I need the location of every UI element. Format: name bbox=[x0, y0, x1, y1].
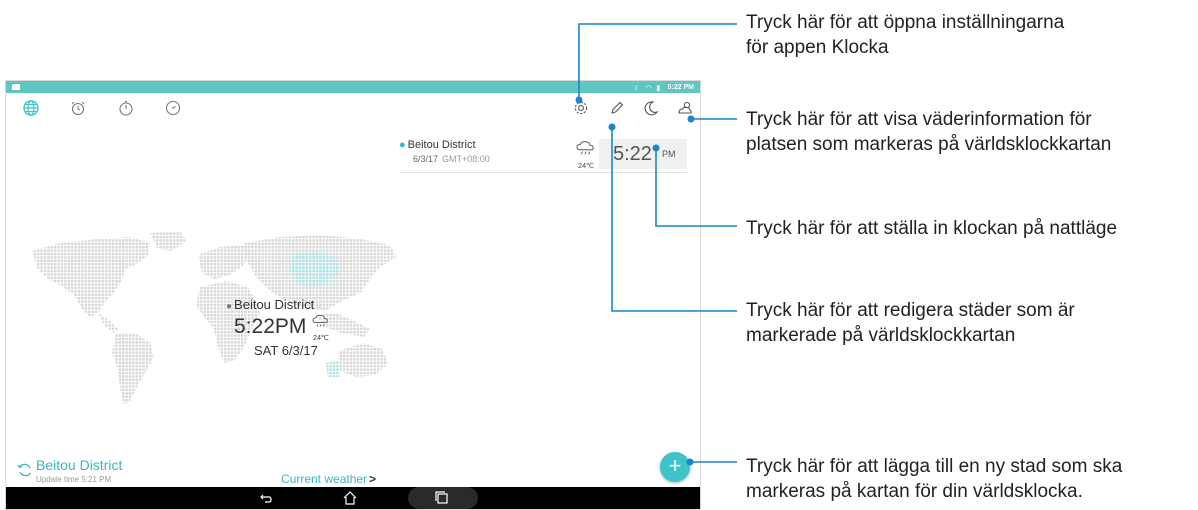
callout-edit: Tryck här för att redigera städer som är… bbox=[746, 300, 1075, 346]
callout-night: Tryck här för att ställa in klockan på n… bbox=[746, 218, 1118, 239]
callout-add: Tryck här för att lägga till en ny stad … bbox=[746, 456, 1123, 502]
callout-lines bbox=[575, 23, 737, 466]
callout-settings: Tryck här för att öppna inställningarna … bbox=[746, 12, 1065, 58]
callout-weather: Tryck här för att visa väderinformation … bbox=[746, 109, 1112, 155]
